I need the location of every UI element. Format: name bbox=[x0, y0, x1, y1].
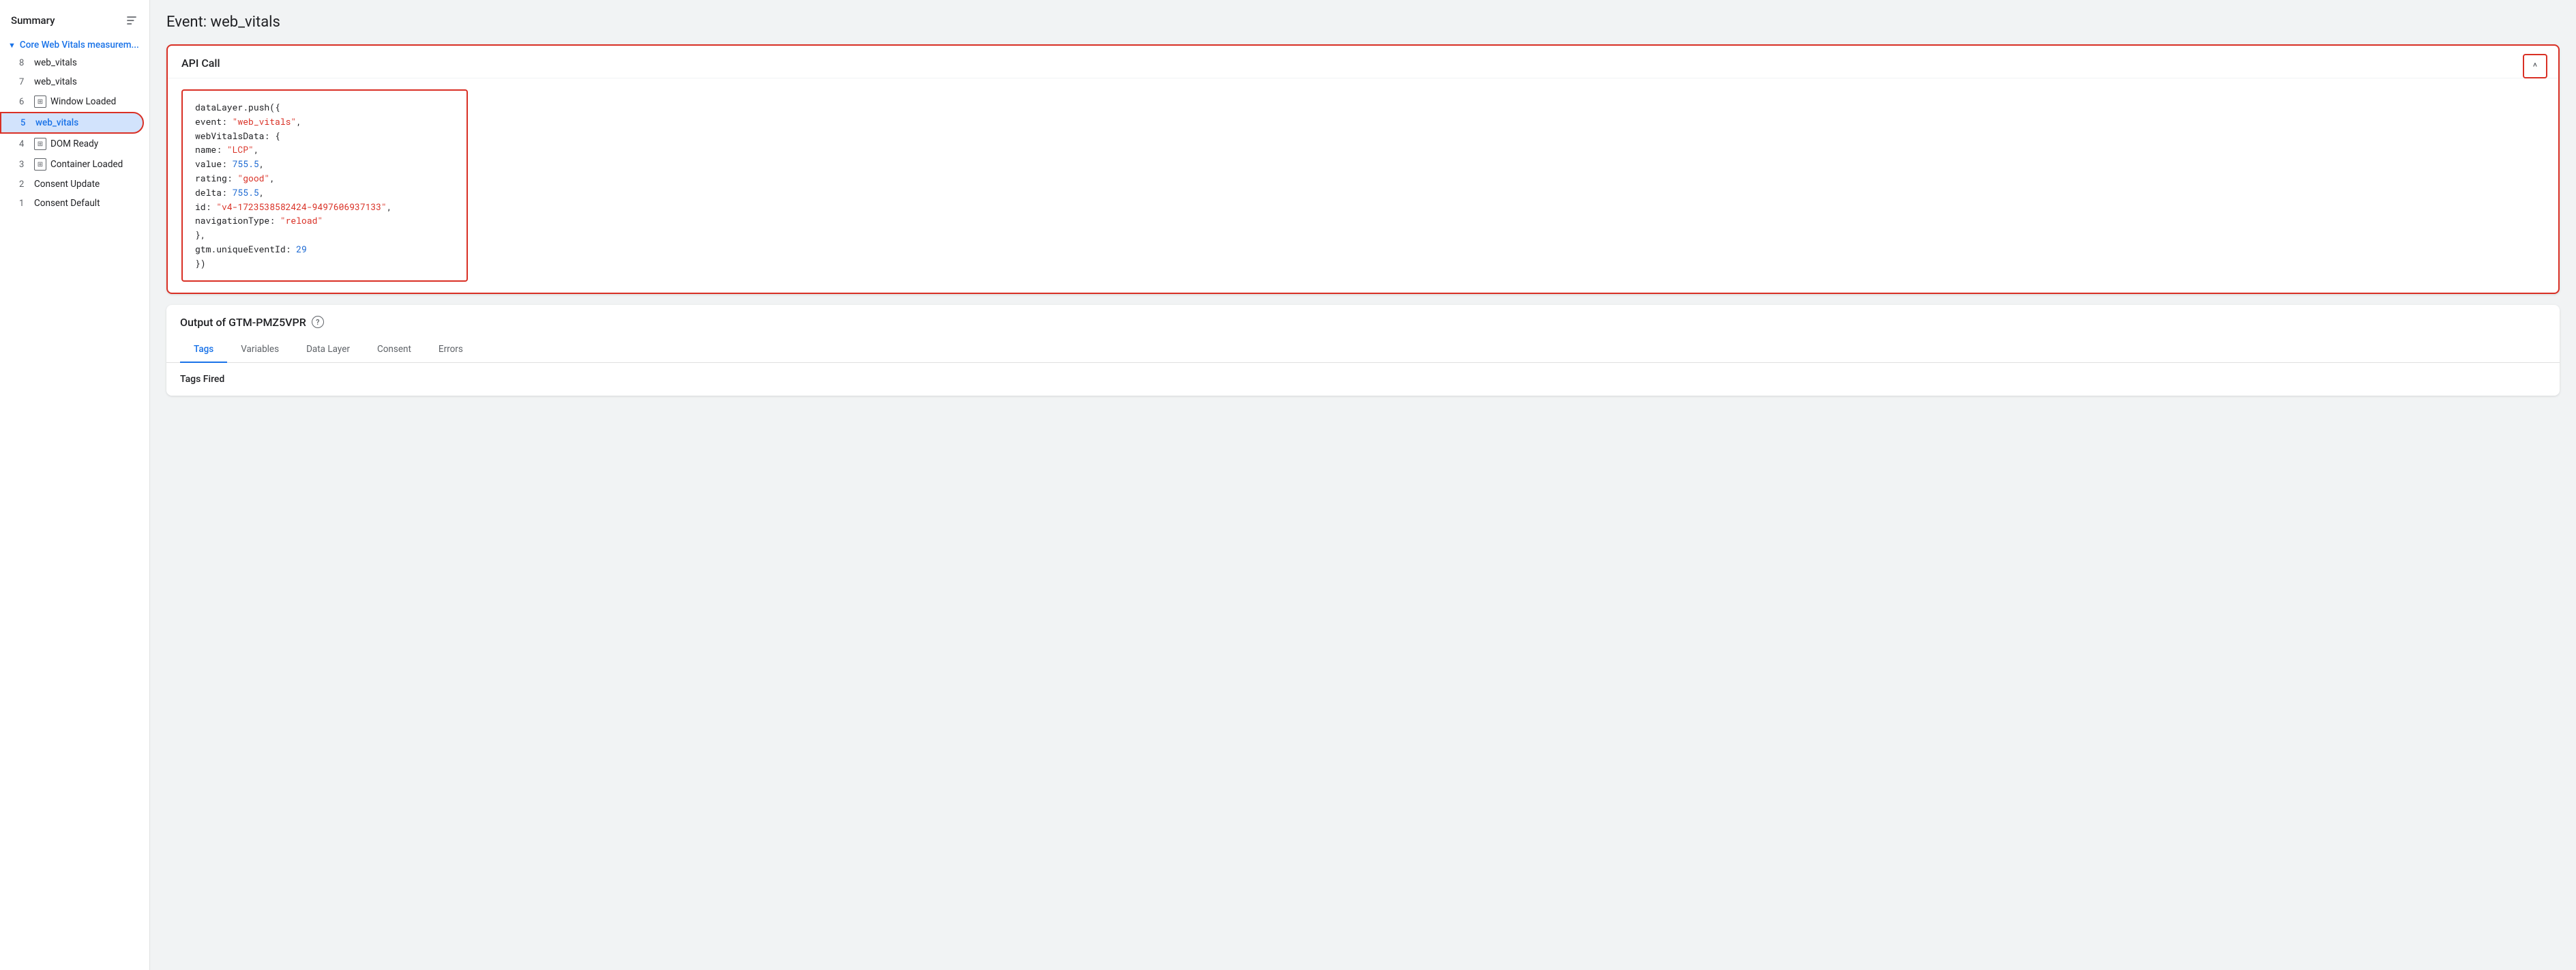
sidebar: Summary ▼ Core Web Vitals measurem... 8w… bbox=[0, 0, 150, 970]
code-line: }, bbox=[195, 228, 454, 242]
code-line: event: "web_vitals", bbox=[195, 115, 454, 129]
sidebar-event-item[interactable]: 3 ⊞ Container Loaded bbox=[0, 154, 144, 175]
event-label: web_vitals bbox=[34, 57, 77, 68]
sidebar-event-item[interactable]: 6 ⊞ Window Loaded bbox=[0, 91, 144, 112]
code-value: "v4-1723538582424-9497606937133" bbox=[216, 201, 387, 213]
sidebar-event-item[interactable]: 5 web_vitals bbox=[0, 112, 144, 134]
event-type-icon: ⊞ bbox=[34, 158, 46, 171]
event-type-icon: ⊞ bbox=[34, 138, 46, 150]
code-line: delta: 755.5, bbox=[195, 186, 454, 200]
output-title: Output of GTM-PMZ5VPR bbox=[180, 316, 306, 329]
event-number: 6 bbox=[19, 97, 30, 107]
code-line: rating: "good", bbox=[195, 171, 454, 186]
event-number: 4 bbox=[19, 139, 30, 149]
help-icon[interactable]: ? bbox=[312, 316, 324, 328]
code-value: 29 bbox=[296, 243, 307, 255]
sidebar-event-item[interactable]: 8 web_vitals bbox=[0, 53, 144, 72]
event-label: DOM Ready bbox=[50, 138, 98, 149]
sidebar-event-item[interactable]: 4 ⊞ DOM Ready bbox=[0, 134, 144, 154]
code-line: value: 755.5, bbox=[195, 157, 454, 171]
code-line: dataLayer.push({ bbox=[195, 100, 454, 115]
output-card: Output of GTM-PMZ5VPR ? TagsVariablesDat… bbox=[166, 305, 2560, 396]
sidebar-group-label: Core Web Vitals measurem... bbox=[20, 40, 139, 50]
chevron-down-icon: ▼ bbox=[8, 41, 16, 50]
event-label: Window Loaded bbox=[50, 96, 116, 107]
code-value: "LCP" bbox=[227, 143, 254, 156]
code-line: navigationType: "reload" bbox=[195, 214, 454, 228]
tags-fired-label: Tags Fired bbox=[166, 363, 2560, 396]
sidebar-event-item[interactable]: 2 Consent Update bbox=[0, 175, 144, 194]
event-number: 7 bbox=[19, 77, 30, 87]
sidebar-header: Summary bbox=[0, 11, 149, 35]
api-call-header: API Call bbox=[168, 46, 2558, 78]
code-value: "web_vitals" bbox=[233, 115, 297, 128]
api-call-card: API Call dataLayer.push({ event: "web_vi… bbox=[166, 44, 2560, 294]
event-label: web_vitals bbox=[35, 117, 78, 128]
code-line: gtm.uniqueEventId: 29 bbox=[195, 242, 454, 256]
code-block: dataLayer.push({ event: "web_vitals", we… bbox=[181, 89, 468, 282]
code-line: webVitalsData: { bbox=[195, 129, 454, 143]
sidebar-event-item[interactable]: 7 web_vitals bbox=[0, 72, 144, 91]
event-label: web_vitals bbox=[34, 76, 77, 87]
event-label: Container Loaded bbox=[50, 159, 123, 170]
collapse-button[interactable]: ^ bbox=[2523, 54, 2547, 78]
filter-icon[interactable] bbox=[125, 14, 138, 27]
code-line: name: "LCP", bbox=[195, 143, 454, 157]
code-value: "good" bbox=[237, 172, 269, 184]
output-header: Output of GTM-PMZ5VPR ? bbox=[166, 305, 2560, 329]
tab-consent[interactable]: Consent bbox=[364, 337, 425, 363]
event-type-icon: ⊞ bbox=[34, 95, 46, 108]
code-value: 755.5 bbox=[233, 186, 259, 199]
api-call-content: dataLayer.push({ event: "web_vitals", we… bbox=[168, 78, 2558, 293]
code-value: 755.5 bbox=[233, 158, 259, 170]
event-label: Consent Default bbox=[34, 198, 100, 209]
event-label: Consent Update bbox=[34, 179, 100, 190]
tab-errors[interactable]: Errors bbox=[425, 337, 477, 363]
tab-tags[interactable]: Tags bbox=[180, 337, 227, 363]
event-number: 8 bbox=[19, 58, 30, 68]
sidebar-group-item-core-web-vitals[interactable]: ▼ Core Web Vitals measurem... bbox=[0, 37, 149, 53]
tab-data-layer[interactable]: Data Layer bbox=[293, 337, 364, 363]
code-line: }) bbox=[195, 256, 454, 271]
sidebar-event-item[interactable]: 1 Consent Default bbox=[0, 194, 144, 213]
tabs-bar: TagsVariablesData LayerConsentErrors bbox=[166, 337, 2560, 363]
code-value: "reload" bbox=[280, 214, 323, 226]
sidebar-title: Summary bbox=[11, 14, 55, 27]
event-number: 2 bbox=[19, 179, 30, 190]
tab-variables[interactable]: Variables bbox=[227, 337, 293, 363]
event-number: 1 bbox=[19, 199, 30, 209]
event-list: 8 web_vitals 7 web_vitals 6 ⊞ Window Loaded 5 we… bbox=[0, 53, 149, 213]
event-number: 3 bbox=[19, 160, 30, 170]
event-number: 5 bbox=[20, 118, 31, 128]
main-content: Event: web_vitals API Call dataLayer.pus… bbox=[150, 0, 2576, 970]
sidebar-group: ▼ Core Web Vitals measurem... 8 web_vital… bbox=[0, 35, 149, 214]
page-title: Event: web_vitals bbox=[166, 14, 2560, 31]
code-line: id: "v4-1723538582424-9497606937133", bbox=[195, 200, 454, 214]
